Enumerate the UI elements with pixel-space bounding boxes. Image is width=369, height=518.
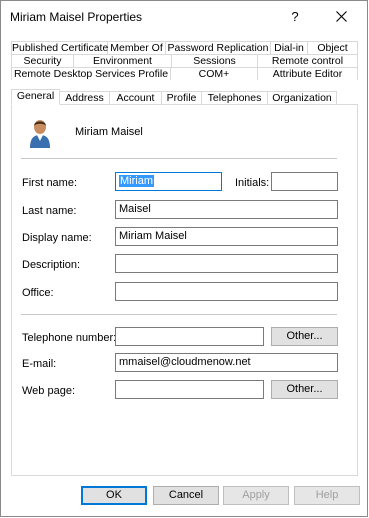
- last-name-label: Last name:: [22, 205, 77, 217]
- separator-top: [21, 158, 337, 159]
- title-bar[interactable]: Miriam Maisel Properties ?: [1, 1, 367, 31]
- tab-account[interactable]: Account: [110, 91, 162, 104]
- tab-environment[interactable]: Environment: [74, 54, 172, 67]
- email-label: E-mail:: [22, 358, 57, 370]
- office-field[interactable]: [115, 282, 338, 301]
- display-name-field[interactable]: Miriam Maisel: [115, 227, 338, 246]
- separator-middle: [21, 314, 337, 315]
- user-icon: [30, 120, 50, 148]
- tab-password-replication[interactable]: Password Replication: [166, 41, 271, 54]
- tab-published-certificates[interactable]: Published Certificates: [11, 41, 114, 54]
- close-button[interactable]: [324, 1, 358, 31]
- tab-general[interactable]: General: [11, 89, 60, 105]
- tab-address[interactable]: Address: [60, 91, 110, 104]
- telephone-other-button[interactable]: Other...: [271, 327, 338, 346]
- tab-remote-control[interactable]: Remote control: [258, 54, 358, 67]
- tab-row-1: Published Certificates Member Of Passwor…: [11, 41, 358, 54]
- web-page-label: Web page:: [22, 385, 76, 397]
- help-button[interactable]: Help: [294, 486, 360, 505]
- ok-button[interactable]: OK: [81, 486, 147, 505]
- first-name-field[interactable]: Miriam: [115, 172, 222, 191]
- web-page-field[interactable]: [115, 380, 264, 399]
- apply-button[interactable]: Apply: [223, 486, 289, 505]
- cancel-button[interactable]: Cancel: [153, 486, 219, 505]
- help-title-button[interactable]: ?: [278, 1, 312, 31]
- tab-row-4: General Address Account Profile Telephon…: [11, 89, 337, 105]
- display-name-label: Display name:: [22, 232, 92, 244]
- tab-dial-in[interactable]: Dial-in: [271, 41, 308, 54]
- telephone-label: Telephone number:: [22, 332, 117, 344]
- tab-organization[interactable]: Organization: [268, 91, 337, 104]
- tab-profile[interactable]: Profile: [162, 91, 202, 104]
- tab-telephones[interactable]: Telephones: [202, 91, 268, 104]
- telephone-field[interactable]: [115, 327, 264, 346]
- tab-com-plus[interactable]: COM+: [171, 67, 258, 80]
- tab-object[interactable]: Object: [308, 41, 358, 54]
- tab-row-2: Security Environment Sessions Remote con…: [11, 54, 358, 67]
- office-label: Office:: [22, 287, 54, 299]
- web-page-other-button[interactable]: Other...: [271, 380, 338, 399]
- first-name-label: First name:: [22, 177, 78, 189]
- initials-field[interactable]: [271, 172, 338, 191]
- properties-dialog: Miriam Maisel Properties ? Published Cer…: [0, 0, 368, 517]
- window-title: Miriam Maisel Properties: [10, 10, 143, 24]
- tab-sessions[interactable]: Sessions: [172, 54, 258, 67]
- tab-remote-desktop-services-profile[interactable]: Remote Desktop Services Profile: [11, 67, 171, 80]
- tab-security[interactable]: Security: [11, 54, 74, 67]
- user-display-name: Miriam Maisel: [75, 126, 143, 138]
- email-field[interactable]: mmaisel@cloudmenow.net: [115, 353, 338, 372]
- tab-row-3: Remote Desktop Services Profile COM+ Att…: [11, 67, 358, 80]
- description-field[interactable]: [115, 254, 338, 273]
- initials-label: Initials:: [235, 177, 270, 189]
- last-name-field[interactable]: Maisel: [115, 200, 338, 219]
- description-label: Description:: [22, 259, 81, 271]
- tab-attribute-editor[interactable]: Attribute Editor: [258, 67, 358, 80]
- close-icon: [335, 10, 347, 22]
- tab-member-of[interactable]: Member Of: [108, 41, 166, 54]
